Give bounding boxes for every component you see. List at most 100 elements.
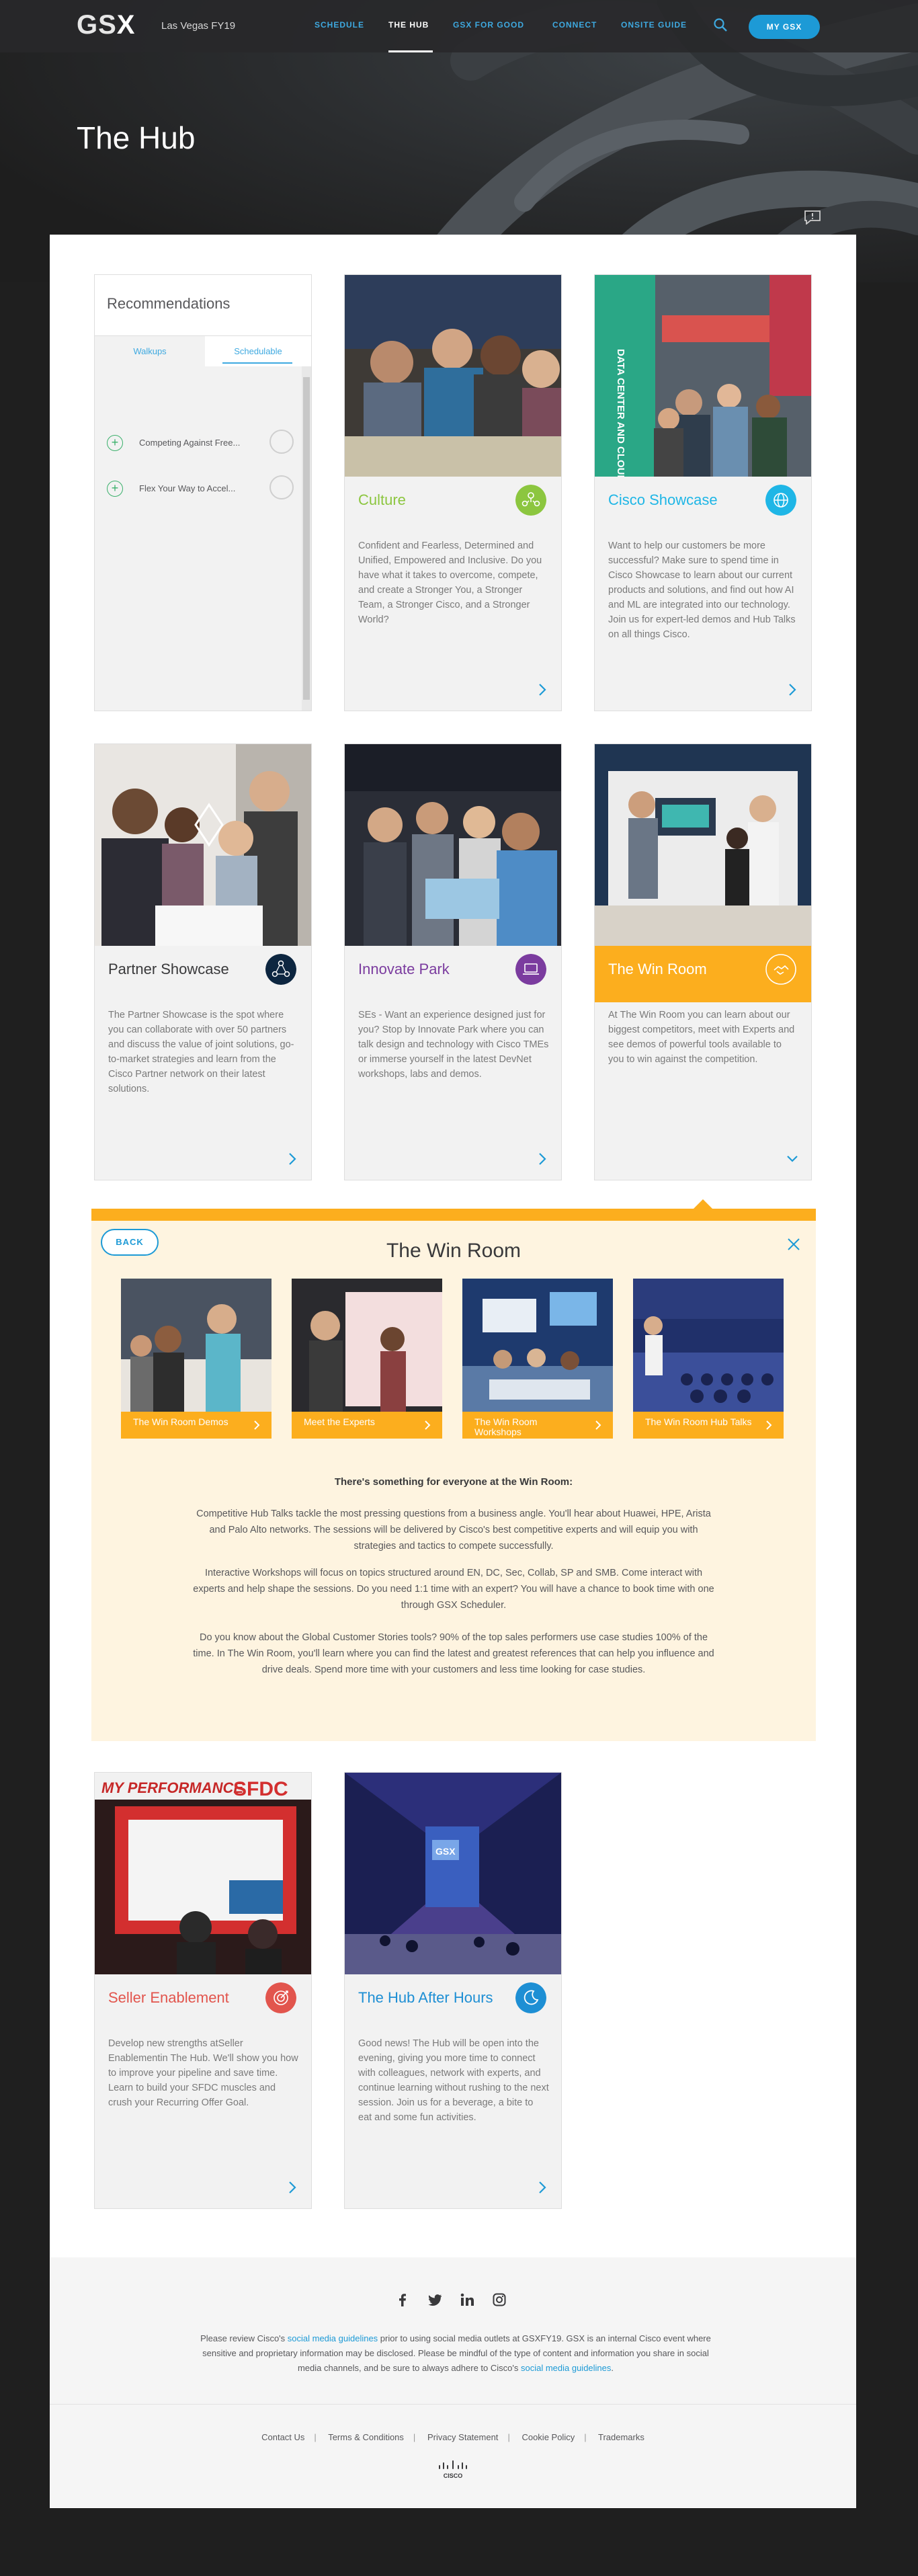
cisco-wordmark: CISCO xyxy=(444,2472,463,2479)
data-center-banner-text: DATA CENTER AND CLOUD xyxy=(615,349,626,477)
footer: Please review Cisco's social media guide… xyxy=(50,2257,856,2507)
nav-the-hub[interactable]: THE HUB xyxy=(388,20,429,30)
footer-links: Contact Us | Terms & Conditions | Privacy … xyxy=(261,2432,644,2442)
recommendation-label: Flex Your Way to Accel... xyxy=(139,483,236,493)
card-title: Partner Showcase xyxy=(108,961,229,977)
social-media-note: Please review Cisco's social media guide… xyxy=(200,2333,711,2373)
instagram-icon[interactable] xyxy=(492,2292,507,2307)
linkedin-icon[interactable] xyxy=(460,2292,474,2307)
active-tab-underline xyxy=(222,362,292,364)
culture-photo xyxy=(345,275,561,477)
chevron-right-icon[interactable] xyxy=(594,1420,602,1431)
recommendations-title: Recommendations xyxy=(107,295,231,312)
footer-link-cookie-policy[interactable]: Cookie Policy xyxy=(521,2432,575,2442)
recommendation-label: Competing Against Free... xyxy=(139,438,241,448)
subtopic-label: The Win Room Workshops xyxy=(462,1412,613,1439)
tab-walkups[interactable]: Walkups xyxy=(95,336,205,367)
handshake-icon xyxy=(765,954,796,985)
detail-paragraph: Interactive Workshops will focus on topi… xyxy=(193,1568,714,1611)
card-innovate-park[interactable]: Innovate Park SEs - Want an experience d… xyxy=(344,743,562,1180)
subtopic-win-room-demos[interactable]: The Win Room Demos xyxy=(121,1279,272,1439)
chevron-right-icon[interactable] xyxy=(286,1151,299,1167)
gsx-logo[interactable]: GSX xyxy=(77,10,135,40)
chevron-down-icon[interactable] xyxy=(786,1151,799,1167)
card-hub-after-hours[interactable]: GSX The Hub After Hours Good news! The H… xyxy=(344,1772,562,2209)
win-room-photo xyxy=(595,744,811,946)
card-title: Cisco Showcase xyxy=(608,491,718,508)
detail-heading: There's something for everyone at the Wi… xyxy=(334,1476,573,1488)
detail-title: The Win Room xyxy=(386,1240,521,1262)
recommendation-item[interactable]: + Competing Against Free... xyxy=(107,428,302,455)
sfdc-sign: SFDC xyxy=(233,1778,288,1800)
card-title: Innovate Park xyxy=(358,961,450,977)
subtopic-meet-the-experts[interactable]: Meet the Experts xyxy=(292,1279,442,1439)
social-guidelines-link[interactable]: social media guidelines xyxy=(288,2333,378,2343)
cisco-logo[interactable]: CISCO xyxy=(435,2459,470,2481)
add-icon[interactable]: + xyxy=(107,435,123,451)
subtopic-win-room-hub-talks[interactable]: The Win Room Hub Talks xyxy=(633,1279,784,1439)
footer-link-terms[interactable]: Terms & Conditions xyxy=(328,2432,404,2442)
event-name: Las Vegas FY19 xyxy=(161,20,236,32)
chevron-right-icon[interactable] xyxy=(765,1420,773,1431)
card-description: At The Win Room you can learn about our … xyxy=(608,1010,795,1065)
my-performance-sign: MY PERFORMANCE xyxy=(101,1779,244,1796)
chevron-right-icon[interactable] xyxy=(536,2179,549,2196)
subtopic-label: The Win Room Hub Talks xyxy=(633,1412,784,1439)
chevron-right-icon[interactable] xyxy=(286,2179,299,2196)
top-navigation-bar: GSX Las Vegas FY19 SCHEDULE THE HUB GSX … xyxy=(0,0,918,52)
chevron-right-icon[interactable] xyxy=(536,1151,549,1167)
card-title: Culture xyxy=(358,491,406,508)
gsx-sign: GSX xyxy=(435,1846,456,1857)
nav-connect[interactable]: CONNECT xyxy=(552,20,597,30)
card-title: The Win Room xyxy=(608,961,707,977)
nav-gsx-for-good[interactable]: GSX FOR GOOD xyxy=(453,20,524,30)
moon-icon xyxy=(515,1982,546,2013)
demos-photo xyxy=(121,1279,272,1413)
recommendation-item[interactable]: + Flex Your Way to Accel... xyxy=(107,474,302,501)
footer-link-privacy[interactable]: Privacy Statement xyxy=(427,2432,499,2442)
recommendation-list: + Competing Against Free... + Flex Your … xyxy=(95,366,303,711)
card-description: Develop new strengths atSeller Enablemen… xyxy=(108,2038,298,2108)
win-room-detail-panel: BACK The Win Room The Win Room Demos Mee… xyxy=(91,1199,816,1741)
card-partner-showcase[interactable]: Partner Showcase The Partner Showcase is… xyxy=(94,743,312,1180)
footer-link-contact-us[interactable]: Contact Us xyxy=(261,2432,304,2442)
card-the-win-room[interactable]: The Win Room At The Win Room you can lea… xyxy=(594,743,812,1180)
detail-pointer xyxy=(694,1199,712,1209)
footer-link-trademarks[interactable]: Trademarks xyxy=(598,2432,644,2442)
social-guidelines-link[interactable]: social media guidelines xyxy=(521,2363,611,2373)
after-hours-photo: GSX xyxy=(345,1773,561,1974)
workshops-photo xyxy=(462,1279,613,1413)
recommendations-widget: Recommendations Walkups Schedulable + Co… xyxy=(94,274,312,711)
card-culture[interactable]: Culture Confident and Fearless, Determin… xyxy=(344,274,562,711)
session-type-icon xyxy=(269,430,294,454)
detail-paragraph: Competitive Hub Talks tackle the most pr… xyxy=(196,1508,711,1552)
nav-schedule[interactable]: SCHEDULE xyxy=(315,20,364,30)
card-cisco-showcase[interactable]: DATA CENTER AND CLOUD Cisco Showcase Wan… xyxy=(594,274,812,711)
subtopic-label: Meet the Experts xyxy=(292,1412,442,1439)
twitter-icon[interactable] xyxy=(427,2292,442,2307)
partner-showcase-photo xyxy=(95,744,311,946)
card-title: Seller Enablement xyxy=(108,1989,229,2006)
session-type-icon xyxy=(269,475,294,499)
chevron-right-icon[interactable] xyxy=(786,682,799,698)
subtopic-label: The Win Room Demos xyxy=(121,1412,272,1439)
card-description: Confident and Fearless, Determined and U… xyxy=(358,540,542,625)
experts-photo xyxy=(292,1279,442,1413)
subtopic-win-room-workshops[interactable]: The Win Room Workshops xyxy=(462,1279,613,1439)
chevron-right-icon[interactable] xyxy=(536,682,549,698)
my-gsx-button[interactable]: MY GSX xyxy=(749,15,820,39)
globe-icon xyxy=(765,485,796,516)
chevron-right-icon[interactable] xyxy=(253,1420,261,1431)
card-seller-enablement[interactable]: MY PERFORMANCE SFDC Seller Enablement De… xyxy=(94,1772,312,2209)
detail-paragraph: Do you know about the Global Customer St… xyxy=(193,1632,714,1675)
add-icon[interactable]: + xyxy=(107,481,123,497)
nav-onsite-guide[interactable]: ONSITE GUIDE xyxy=(621,20,687,30)
hub-talks-photo xyxy=(633,1279,784,1413)
search-icon[interactable] xyxy=(712,17,728,33)
innovate-park-photo xyxy=(345,744,561,946)
facebook-icon[interactable] xyxy=(395,2292,410,2307)
feedback-icon[interactable] xyxy=(804,210,821,225)
chevron-right-icon[interactable] xyxy=(423,1420,431,1431)
scrollbar-thumb[interactable] xyxy=(303,377,310,700)
page-title: The Hub xyxy=(77,120,196,155)
